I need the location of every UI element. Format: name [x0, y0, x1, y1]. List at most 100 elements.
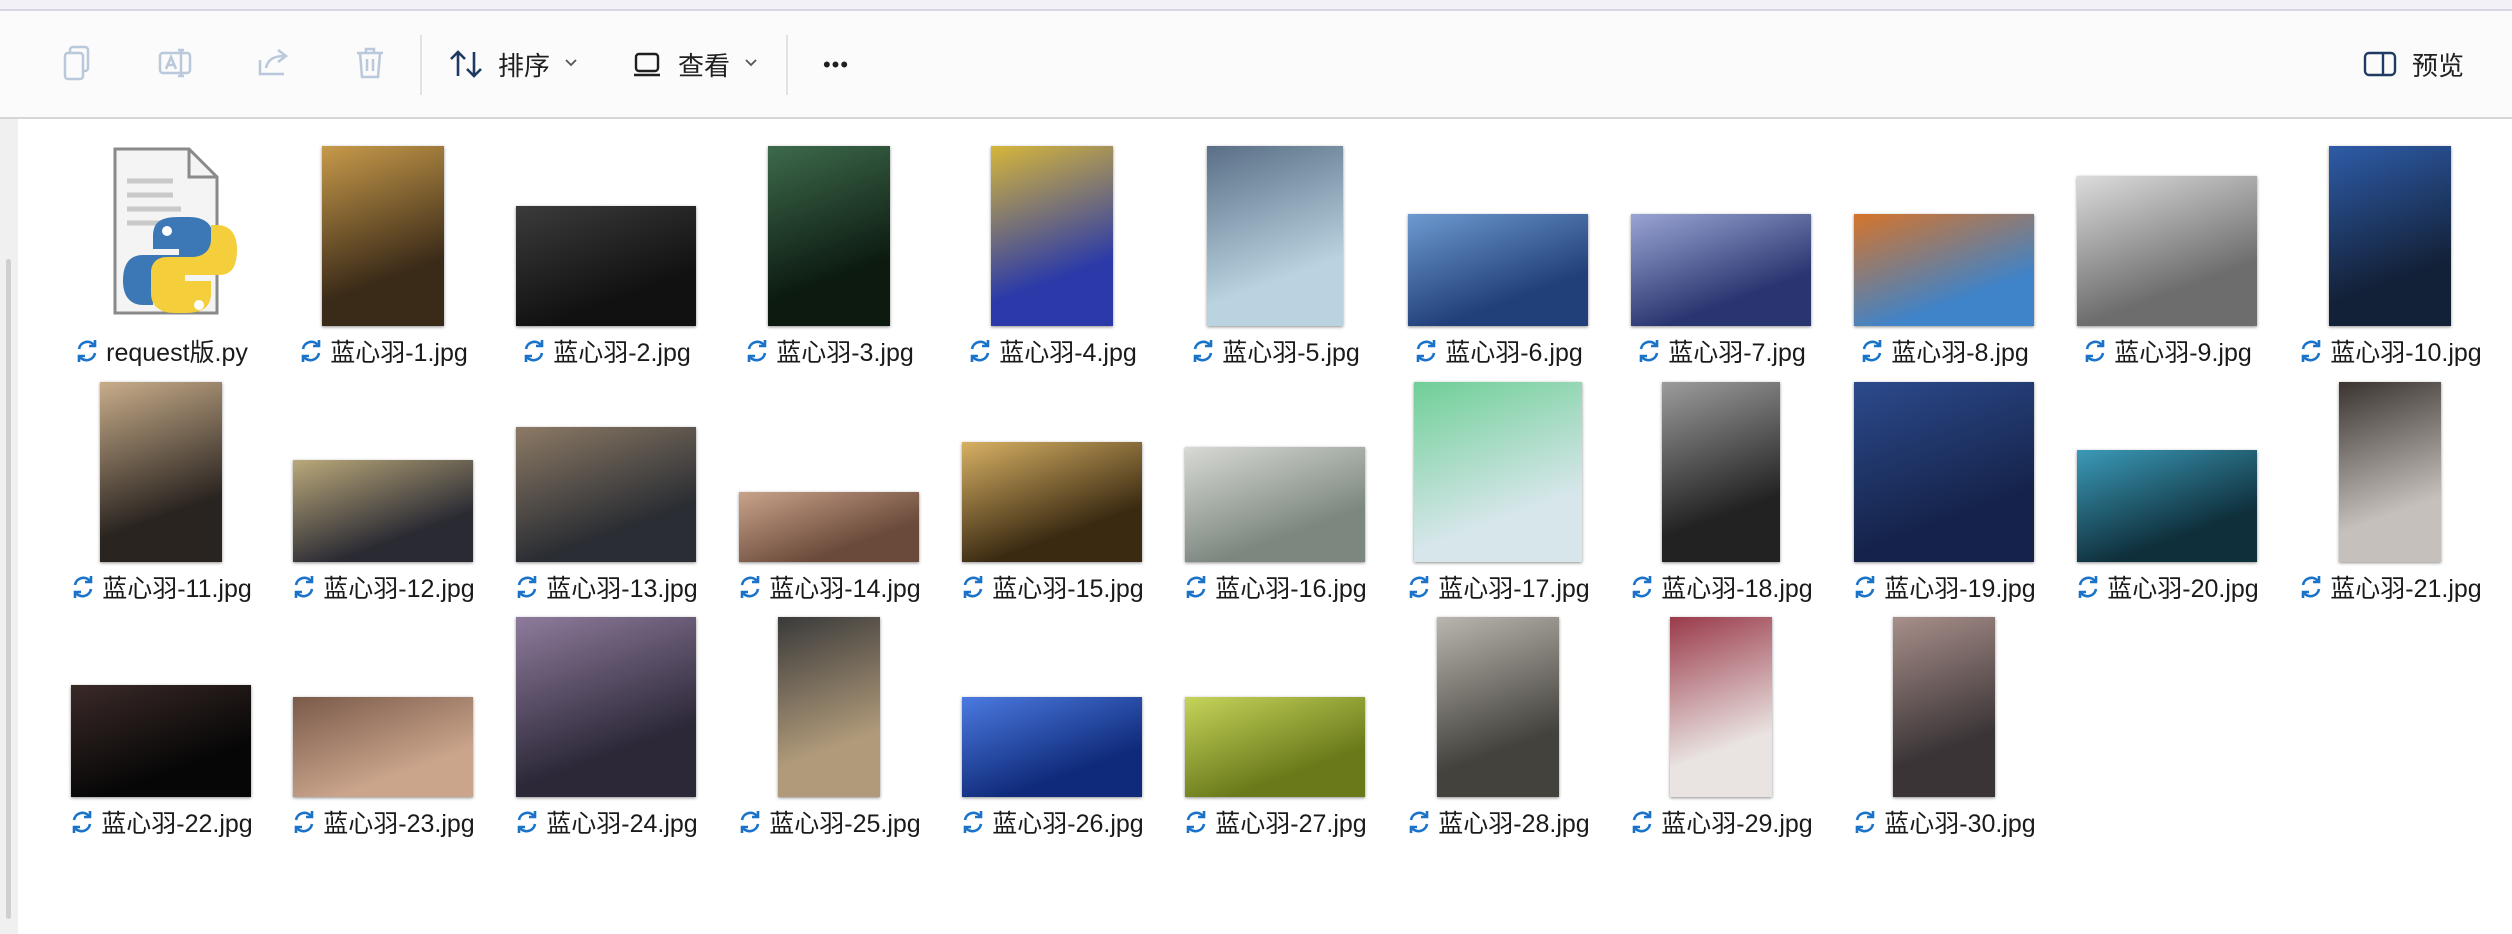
file-caption: 蓝心羽-30.jpg: [1813, 804, 2075, 840]
navigation-pane-edge: [0, 119, 18, 934]
thumbnail-area: [2279, 374, 2501, 562]
file-item-image[interactable]: 蓝心羽-30.jpg: [1833, 609, 2055, 845]
rename-button[interactable]: [154, 39, 198, 87]
thumbnail-area: [1164, 609, 1386, 797]
file-item-image[interactable]: 蓝心羽-3.jpg: [718, 138, 940, 374]
file-name: 蓝心羽-20.jpg: [2107, 575, 2259, 603]
file-item-image[interactable]: 蓝心羽-26.jpg: [941, 609, 1163, 845]
file-item-image[interactable]: 蓝心羽-24.jpg: [495, 609, 717, 845]
window-top-edge: [0, 0, 2512, 11]
file-item-image[interactable]: 蓝心羽-23.jpg: [272, 609, 494, 845]
thumbnail-area: [718, 138, 940, 326]
thumbnail-area: [1833, 374, 2055, 562]
file-name: 蓝心羽-23.jpg: [323, 810, 475, 838]
file-name: request版.py: [106, 339, 248, 367]
file-name: 蓝心羽-13.jpg: [546, 575, 698, 603]
sync-icon: [1852, 574, 1878, 600]
share-button[interactable]: [252, 39, 296, 87]
thumbnail-area: [2056, 374, 2278, 562]
sync-icon: [2298, 338, 2324, 364]
file-item-image[interactable]: 蓝心羽-14.jpg: [718, 374, 940, 610]
image-thumbnail: [1662, 382, 1780, 562]
thumbnail-area: [718, 609, 940, 797]
thumbnail-area: [272, 374, 494, 562]
file-item-image[interactable]: 蓝心羽-29.jpg: [1610, 609, 1832, 845]
image-thumbnail: [322, 146, 444, 326]
image-thumbnail: [768, 146, 890, 326]
thumbnail-area: [1164, 374, 1386, 562]
sync-icon: [960, 574, 986, 600]
thumbnail-area: [1387, 609, 1609, 797]
chevron-down-icon: [564, 55, 578, 73]
sync-icon: [2075, 574, 2101, 600]
view-button[interactable]: 查看: [630, 41, 770, 87]
image-thumbnail: [1854, 214, 2034, 326]
thumbnail-area: [2279, 138, 2501, 326]
image-thumbnail: [2339, 382, 2441, 562]
copy-button[interactable]: [56, 39, 100, 87]
file-item-image[interactable]: 蓝心羽-20.jpg: [2056, 374, 2278, 610]
thumbnail-area: [1387, 374, 1609, 562]
file-name: 蓝心羽-14.jpg: [769, 575, 921, 603]
image-thumbnail: [71, 685, 251, 797]
file-name: 蓝心羽-9.jpg: [2114, 339, 2252, 367]
thumbnail-area: [272, 609, 494, 797]
file-item-image[interactable]: 蓝心羽-22.jpg: [50, 609, 272, 845]
delete-button[interactable]: [348, 39, 392, 87]
sync-icon: [2082, 338, 2108, 364]
file-item-image[interactable]: 蓝心羽-25.jpg: [718, 609, 940, 845]
file-item-image[interactable]: 蓝心羽-11.jpg: [50, 374, 272, 610]
sync-icon: [70, 574, 96, 600]
file-item-image[interactable]: 蓝心羽-18.jpg: [1610, 374, 1832, 610]
toolbar-separator: [420, 35, 422, 95]
sync-icon: [69, 809, 95, 835]
file-name: 蓝心羽-28.jpg: [1438, 810, 1590, 838]
image-thumbnail: [100, 382, 222, 562]
image-thumbnail: [293, 460, 473, 562]
file-name: 蓝心羽-4.jpg: [999, 339, 1137, 367]
scrollbar-thumb[interactable]: [6, 259, 11, 919]
file-item-python[interactable]: request版.py: [50, 138, 272, 374]
file-item-image[interactable]: 蓝心羽-28.jpg: [1387, 609, 1609, 845]
sync-icon: [744, 338, 770, 364]
thumbnail-area: [1833, 138, 2055, 326]
toolbar-separator: [786, 35, 788, 95]
file-item-image[interactable]: 蓝心羽-10.jpg: [2279, 138, 2501, 374]
file-name: 蓝心羽-22.jpg: [101, 810, 253, 838]
file-item-image[interactable]: 蓝心羽-8.jpg: [1833, 138, 2055, 374]
file-item-image[interactable]: 蓝心羽-15.jpg: [941, 374, 1163, 610]
image-thumbnail: [1437, 617, 1559, 797]
sync-icon: [514, 574, 540, 600]
file-item-image[interactable]: 蓝心羽-9.jpg: [2056, 138, 2278, 374]
file-item-image[interactable]: 蓝心羽-17.jpg: [1387, 374, 1609, 610]
file-item-image[interactable]: 蓝心羽-1.jpg: [272, 138, 494, 374]
file-item-image[interactable]: 蓝心羽-5.jpg: [1164, 138, 1386, 374]
file-item-image[interactable]: 蓝心羽-4.jpg: [941, 138, 1163, 374]
file-item-image[interactable]: 蓝心羽-21.jpg: [2279, 374, 2501, 610]
preview-pane-button[interactable]: 预览: [2362, 41, 2486, 87]
file-item-image[interactable]: 蓝心羽-13.jpg: [495, 374, 717, 610]
image-thumbnail: [1631, 214, 1811, 326]
sort-label: 排序: [498, 50, 551, 81]
file-item-image[interactable]: 蓝心羽-19.jpg: [1833, 374, 2055, 610]
image-thumbnail: [1854, 382, 2034, 562]
thumbnail-area: [495, 374, 717, 562]
file-item-image[interactable]: 蓝心羽-2.jpg: [495, 138, 717, 374]
file-name: 蓝心羽-25.jpg: [769, 810, 921, 838]
file-name: 蓝心羽-5.jpg: [1222, 339, 1360, 367]
sort-button[interactable]: 排序: [448, 41, 586, 87]
image-thumbnail: [1408, 214, 1588, 326]
file-item-image[interactable]: 蓝心羽-12.jpg: [272, 374, 494, 610]
file-item-image[interactable]: 蓝心羽-16.jpg: [1164, 374, 1386, 610]
more-options-button[interactable]: •••: [808, 45, 864, 85]
file-item-image[interactable]: 蓝心羽-7.jpg: [1610, 138, 1832, 374]
file-name: 蓝心羽-18.jpg: [1661, 575, 1813, 603]
command-bar: 排序 查看 ••• 预览: [0, 11, 2512, 119]
image-thumbnail: [1207, 146, 1343, 326]
file-name: 蓝心羽-6.jpg: [1445, 339, 1583, 367]
file-item-image[interactable]: 蓝心羽-27.jpg: [1164, 609, 1386, 845]
sync-icon: [74, 338, 100, 364]
file-item-image[interactable]: 蓝心羽-6.jpg: [1387, 138, 1609, 374]
image-thumbnail: [1670, 617, 1772, 797]
sync-icon: [1406, 574, 1432, 600]
